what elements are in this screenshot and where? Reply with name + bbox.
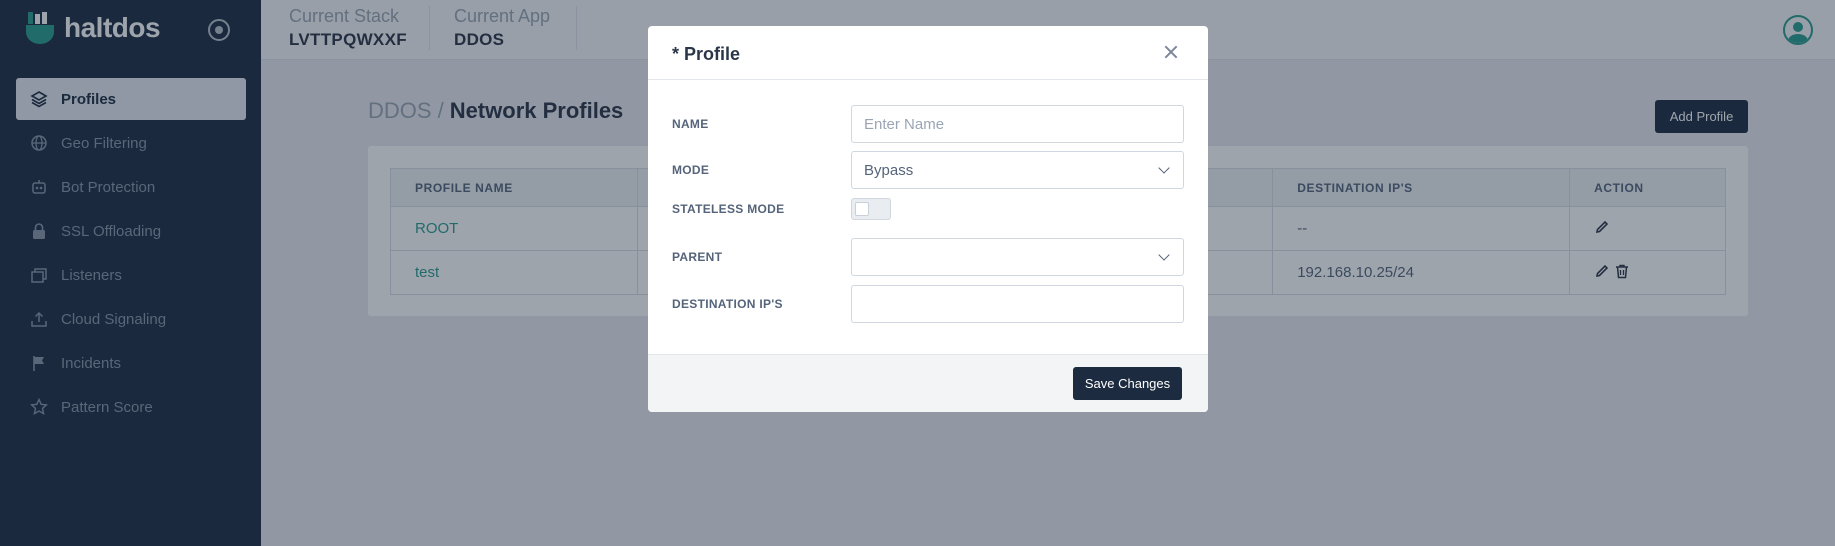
- destination-ips-row: DESTINATION IP'S: [672, 285, 1184, 323]
- profile-modal: * Profile NAME MODE Bypass STATELESS MOD…: [648, 26, 1208, 412]
- modal-footer: Save Changes: [648, 354, 1208, 412]
- chevron-down-icon: [1158, 162, 1170, 174]
- stateless-mode-label: STATELESS MODE: [672, 202, 785, 216]
- name-field-row: NAME: [672, 105, 1184, 143]
- parent-select[interactable]: [851, 238, 1184, 276]
- mode-label: MODE: [672, 163, 710, 177]
- chevron-down-icon: [1158, 249, 1170, 261]
- modal-header: * Profile: [648, 26, 1208, 80]
- parent-label: PARENT: [672, 250, 723, 264]
- mode-selected-value: Bypass: [864, 161, 914, 179]
- modal-title: * Profile: [672, 44, 741, 64]
- stateless-mode-toggle[interactable]: [851, 198, 891, 220]
- name-label: NAME: [672, 117, 709, 131]
- mode-select[interactable]: Bypass: [851, 151, 1184, 189]
- mode-field-row: MODE Bypass: [672, 151, 1184, 189]
- close-icon[interactable]: [1162, 43, 1180, 61]
- parent-field-row: PARENT: [672, 238, 1184, 276]
- stateless-mode-row: STATELESS MODE: [672, 198, 1184, 220]
- destination-ips-input[interactable]: [851, 285, 1184, 323]
- destination-ips-label: DESTINATION IP'S: [672, 297, 783, 311]
- toggle-knob: [855, 202, 869, 216]
- save-changes-button[interactable]: Save Changes: [1073, 367, 1182, 400]
- name-input[interactable]: [851, 105, 1184, 143]
